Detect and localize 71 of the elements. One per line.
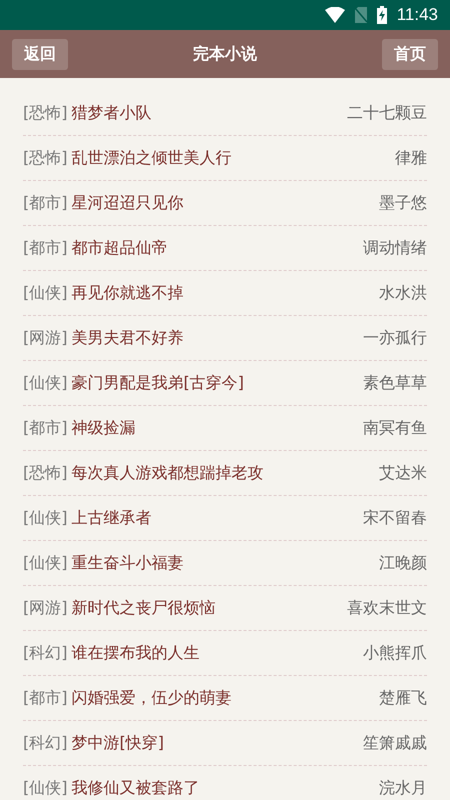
book-row[interactable]: [网游] 美男夫君不好养 一亦孤行: [23, 316, 427, 361]
book-title: 神级捡漏: [71, 417, 136, 439]
genre-label: [仙侠]: [23, 777, 68, 799]
genre-label: [恐怖]: [23, 147, 68, 169]
page-title: 完本小说: [193, 43, 257, 65]
author-name: 水水洪: [379, 282, 427, 304]
author-name: 律雅: [395, 147, 427, 169]
book-row[interactable]: [仙侠] 再见你就逃不掉 水水洪: [23, 271, 427, 316]
book-row[interactable]: [仙侠] 重生奋斗小福妻 江晚颜: [23, 541, 427, 586]
wifi-icon: [324, 7, 345, 23]
author-name: 一亦孤行: [363, 327, 427, 349]
book-title: 都市超品仙帝: [71, 237, 168, 259]
book-title: 乱世漂泊之倾世美人行: [71, 147, 232, 169]
genre-label: [都市]: [23, 237, 68, 259]
author-name: 江晚颜: [379, 552, 427, 574]
book-title: 重生奋斗小福妻: [71, 552, 184, 574]
no-sim-icon: [354, 7, 367, 23]
book-row[interactable]: [科幻] 谁在摆布我的人生 小熊挥爪: [23, 631, 427, 676]
author-name: 二十七颗豆: [347, 102, 427, 124]
book-row[interactable]: [都市] 星河迢迢只见你 墨子悠: [23, 181, 427, 226]
book-row[interactable]: [仙侠] 我修仙又被套路了 浣水月: [23, 766, 427, 800]
genre-label: [都市]: [23, 687, 68, 709]
book-title: 猎梦者小队: [71, 102, 152, 124]
genre-label: [网游]: [23, 597, 68, 619]
author-name: 南冥有鱼: [363, 417, 427, 439]
author-name: 浣水月: [379, 777, 427, 799]
genre-label: [仙侠]: [23, 552, 68, 574]
book-row[interactable]: [科幻] 梦中游[快穿] 笙箫戚戚: [23, 721, 427, 766]
book-row[interactable]: [仙侠] 豪门男配是我弟[古穿今] 素色草草: [23, 361, 427, 406]
book-title: 新时代之丧尸很烦恼: [71, 597, 216, 619]
book-title: 梦中游[快穿]: [71, 732, 164, 754]
author-name: 墨子悠: [379, 192, 427, 214]
genre-label: [都市]: [23, 192, 68, 214]
book-row[interactable]: [网游] 新时代之丧尸很烦恼 喜欢末世文: [23, 586, 427, 631]
book-title: 美男夫君不好养: [71, 327, 184, 349]
home-button[interactable]: 首页: [382, 38, 438, 70]
author-name: 宋不留春: [363, 507, 427, 529]
author-name: 楚雁飞: [379, 687, 427, 709]
genre-label: [都市]: [23, 417, 68, 439]
genre-label: [仙侠]: [23, 507, 68, 529]
genre-label: [仙侠]: [23, 282, 68, 304]
status-time: 11:43: [396, 4, 438, 26]
battery-charging-icon: [376, 6, 387, 24]
book-row[interactable]: [都市] 神级捡漏 南冥有鱼: [23, 406, 427, 451]
book-row[interactable]: [恐怖] 每次真人游戏都想踹掉老攻 艾达米: [23, 451, 427, 496]
author-name: 小熊挥爪: [363, 642, 427, 664]
author-name: 调动情绪: [363, 237, 427, 259]
book-title: 我修仙又被套路了: [71, 777, 200, 799]
genre-label: [仙侠]: [23, 372, 68, 394]
genre-label: [网游]: [23, 327, 68, 349]
book-title: 闪婚强爱，伍少的萌妻: [71, 687, 232, 709]
book-row[interactable]: [恐怖] 猎梦者小队 二十七颗豆: [23, 91, 427, 136]
genre-label: [科幻]: [23, 732, 68, 754]
book-row[interactable]: [都市] 都市超品仙帝 调动情绪: [23, 226, 427, 271]
book-title: 每次真人游戏都想踹掉老攻: [71, 462, 264, 484]
author-name: 艾达米: [379, 462, 427, 484]
back-button[interactable]: 返回: [12, 38, 68, 70]
book-row[interactable]: [都市] 闪婚强爱，伍少的萌妻 楚雁飞: [23, 676, 427, 721]
book-title: 上古继承者: [71, 507, 152, 529]
book-title: 豪门男配是我弟[古穿今]: [71, 372, 244, 394]
author-name: 素色草草: [363, 372, 427, 394]
book-title: 星河迢迢只见你: [71, 192, 184, 214]
book-row[interactable]: [仙侠] 上古继承者 宋不留春: [23, 496, 427, 541]
author-name: 喜欢末世文: [347, 597, 427, 619]
genre-label: [科幻]: [23, 642, 68, 664]
book-title: 谁在摆布我的人生: [71, 642, 200, 664]
author-name: 笙箫戚戚: [363, 732, 427, 754]
book-title: 再见你就逃不掉: [71, 282, 184, 304]
genre-label: [恐怖]: [23, 462, 68, 484]
genre-label: [恐怖]: [23, 102, 68, 124]
book-row[interactable]: [恐怖] 乱世漂泊之倾世美人行 律雅: [23, 136, 427, 181]
